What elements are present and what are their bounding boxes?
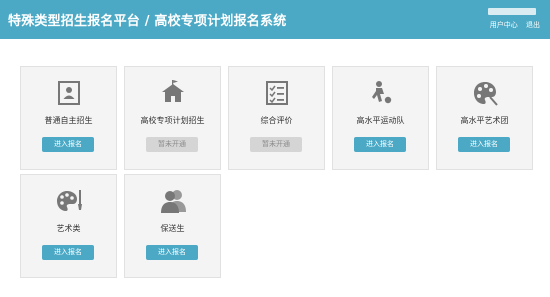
enter-registration-button[interactable]: 进入报名 [458, 137, 510, 152]
card-label: 保送生 [160, 224, 185, 233]
user-center-link[interactable]: 用户中心 [490, 21, 518, 29]
soccer-player-icon [372, 81, 392, 104]
card-label: 高水平艺术团 [460, 116, 509, 125]
page-title: 特殊类型招生报名平台 / 高校专项计划报名系统 [8, 14, 287, 29]
card-label: 高水平运动队 [356, 116, 405, 125]
card-recommended-student: 保送生 进入报名 [124, 174, 221, 278]
not-open-button: 暂未开通 [146, 137, 198, 152]
id-card-icon [58, 81, 80, 105]
card-art-category: 艺术类 进入报名 [20, 174, 117, 278]
enter-registration-button[interactable]: 进入报名 [354, 137, 406, 152]
users-icon [161, 190, 186, 213]
checklist-icon [266, 81, 288, 105]
enter-registration-button[interactable]: 进入报名 [146, 245, 198, 260]
palette-icon [474, 82, 498, 106]
card-label: 综合评价 [260, 116, 293, 125]
card-special-plan: 高校专项计划招生 暂未开通 [124, 66, 221, 170]
enter-registration-button[interactable]: 进入报名 [42, 245, 94, 260]
palette-brush-icon [57, 190, 82, 211]
school-icon [162, 80, 184, 102]
top-header: 特殊类型招生报名平台 / 高校专项计划报名系统 用户中心 退出 [0, 0, 550, 39]
card-label: 高校专项计划招生 [140, 116, 205, 125]
logout-link[interactable]: 退出 [526, 21, 540, 29]
card-sports-team: 高水平运动队 进入报名 [332, 66, 429, 170]
username-masked [488, 8, 536, 15]
header-links: 用户中心 退出 [484, 20, 540, 30]
enter-registration-button[interactable]: 进入报名 [42, 137, 94, 152]
not-open-button: 暂未开通 [250, 137, 302, 152]
card-comprehensive-evaluation: 综合评价 暂未开通 [228, 66, 325, 170]
card-normal-admission: 普通自主招生 进入报名 [20, 66, 117, 170]
card-art-troupe: 高水平艺术团 进入报名 [436, 66, 533, 170]
card-label: 普通自主招生 [44, 116, 93, 125]
card-label: 艺术类 [56, 224, 81, 233]
